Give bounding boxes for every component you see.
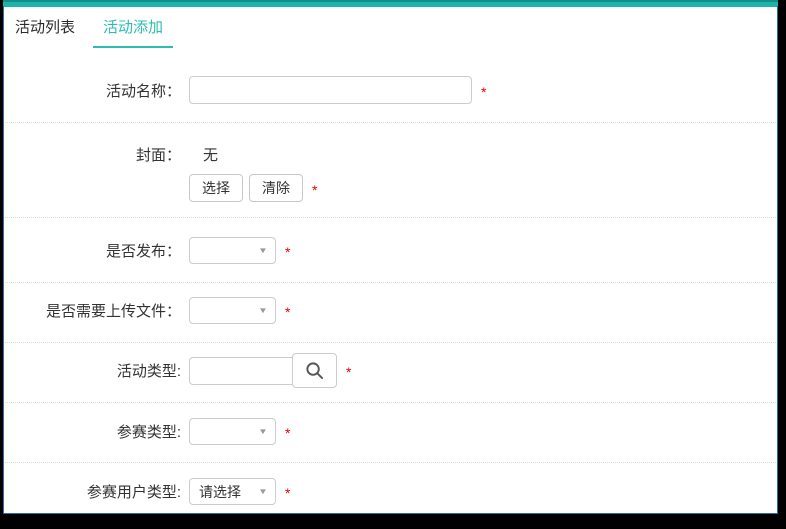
row-separator <box>5 122 776 123</box>
top-accent-bar <box>3 0 778 7</box>
required-marker: * <box>285 304 290 320</box>
chevron-down-icon: ▼ <box>258 428 268 436</box>
tab-bar: 活动列表 活动添加 <box>15 16 173 48</box>
required-marker: * <box>481 84 486 100</box>
entry-user-type-label: 参赛用户类型: <box>3 481 181 502</box>
tab-activity-list[interactable]: 活动列表 <box>15 16 75 46</box>
row-separator <box>5 217 776 218</box>
upload-file-select[interactable]: ▼ <box>189 297 276 324</box>
required-marker: * <box>312 182 317 198</box>
cover-choose-button[interactable]: 选择 <box>189 174 243 202</box>
search-icon <box>305 361 324 380</box>
activity-type-label: 活动类型: <box>3 360 181 381</box>
row-separator <box>5 402 776 403</box>
page-content: 活动列表 活动添加 活动名称： * 封面： 无 选择 清除 * 是否发布： <box>3 0 778 514</box>
chevron-down-icon: ▼ <box>258 488 268 496</box>
form-row-entry-user-type: 参赛用户类型: 请选择 ▼ * <box>3 477 290 506</box>
cover-empty-value: 无 <box>203 144 218 165</box>
required-marker: * <box>285 485 290 501</box>
entry-type-label: 参赛类型: <box>3 421 181 442</box>
publish-select[interactable]: ▼ <box>189 237 276 264</box>
activity-name-label: 活动名称： <box>3 80 181 101</box>
form-row-publish: 是否发布： ▼ * <box>3 236 290 265</box>
cover-clear-button[interactable]: 清除 <box>249 174 303 202</box>
entry-type-select[interactable]: ▼ <box>189 418 276 445</box>
form-row-activity-name: 活动名称： * <box>3 75 486 105</box>
cover-actions: 选择 清除 * <box>189 174 317 202</box>
required-marker: * <box>285 425 290 441</box>
tab-activity-add[interactable]: 活动添加 <box>93 16 173 48</box>
publish-label: 是否发布： <box>3 240 181 261</box>
activity-type-search-group <box>189 353 337 388</box>
activity-name-input[interactable] <box>189 76 472 104</box>
form-row-upload-file: 是否需要上传文件： ▼ * <box>3 296 290 325</box>
form-row-activity-type: 活动类型: * <box>3 353 351 388</box>
row-separator <box>5 462 776 463</box>
upload-file-label: 是否需要上传文件： <box>3 300 181 321</box>
chevron-down-icon: ▼ <box>258 307 268 315</box>
required-marker: * <box>285 244 290 260</box>
entry-user-type-select-value: 请选择 <box>199 482 241 502</box>
entry-user-type-select[interactable]: 请选择 ▼ <box>189 478 276 505</box>
chevron-down-icon: ▼ <box>258 247 268 255</box>
form-row-cover: 封面： 无 <box>3 145 218 163</box>
row-separator <box>5 342 776 343</box>
form-row-entry-type: 参赛类型: ▼ * <box>3 417 290 446</box>
row-separator <box>5 282 776 283</box>
app-window: 活动列表 活动添加 活动名称： * 封面： 无 选择 清除 * 是否发布： <box>0 0 786 529</box>
cover-label: 封面： <box>3 144 181 165</box>
activity-type-search-button[interactable] <box>292 353 337 388</box>
required-marker: * <box>346 364 351 380</box>
activity-type-input[interactable] <box>189 357 293 385</box>
